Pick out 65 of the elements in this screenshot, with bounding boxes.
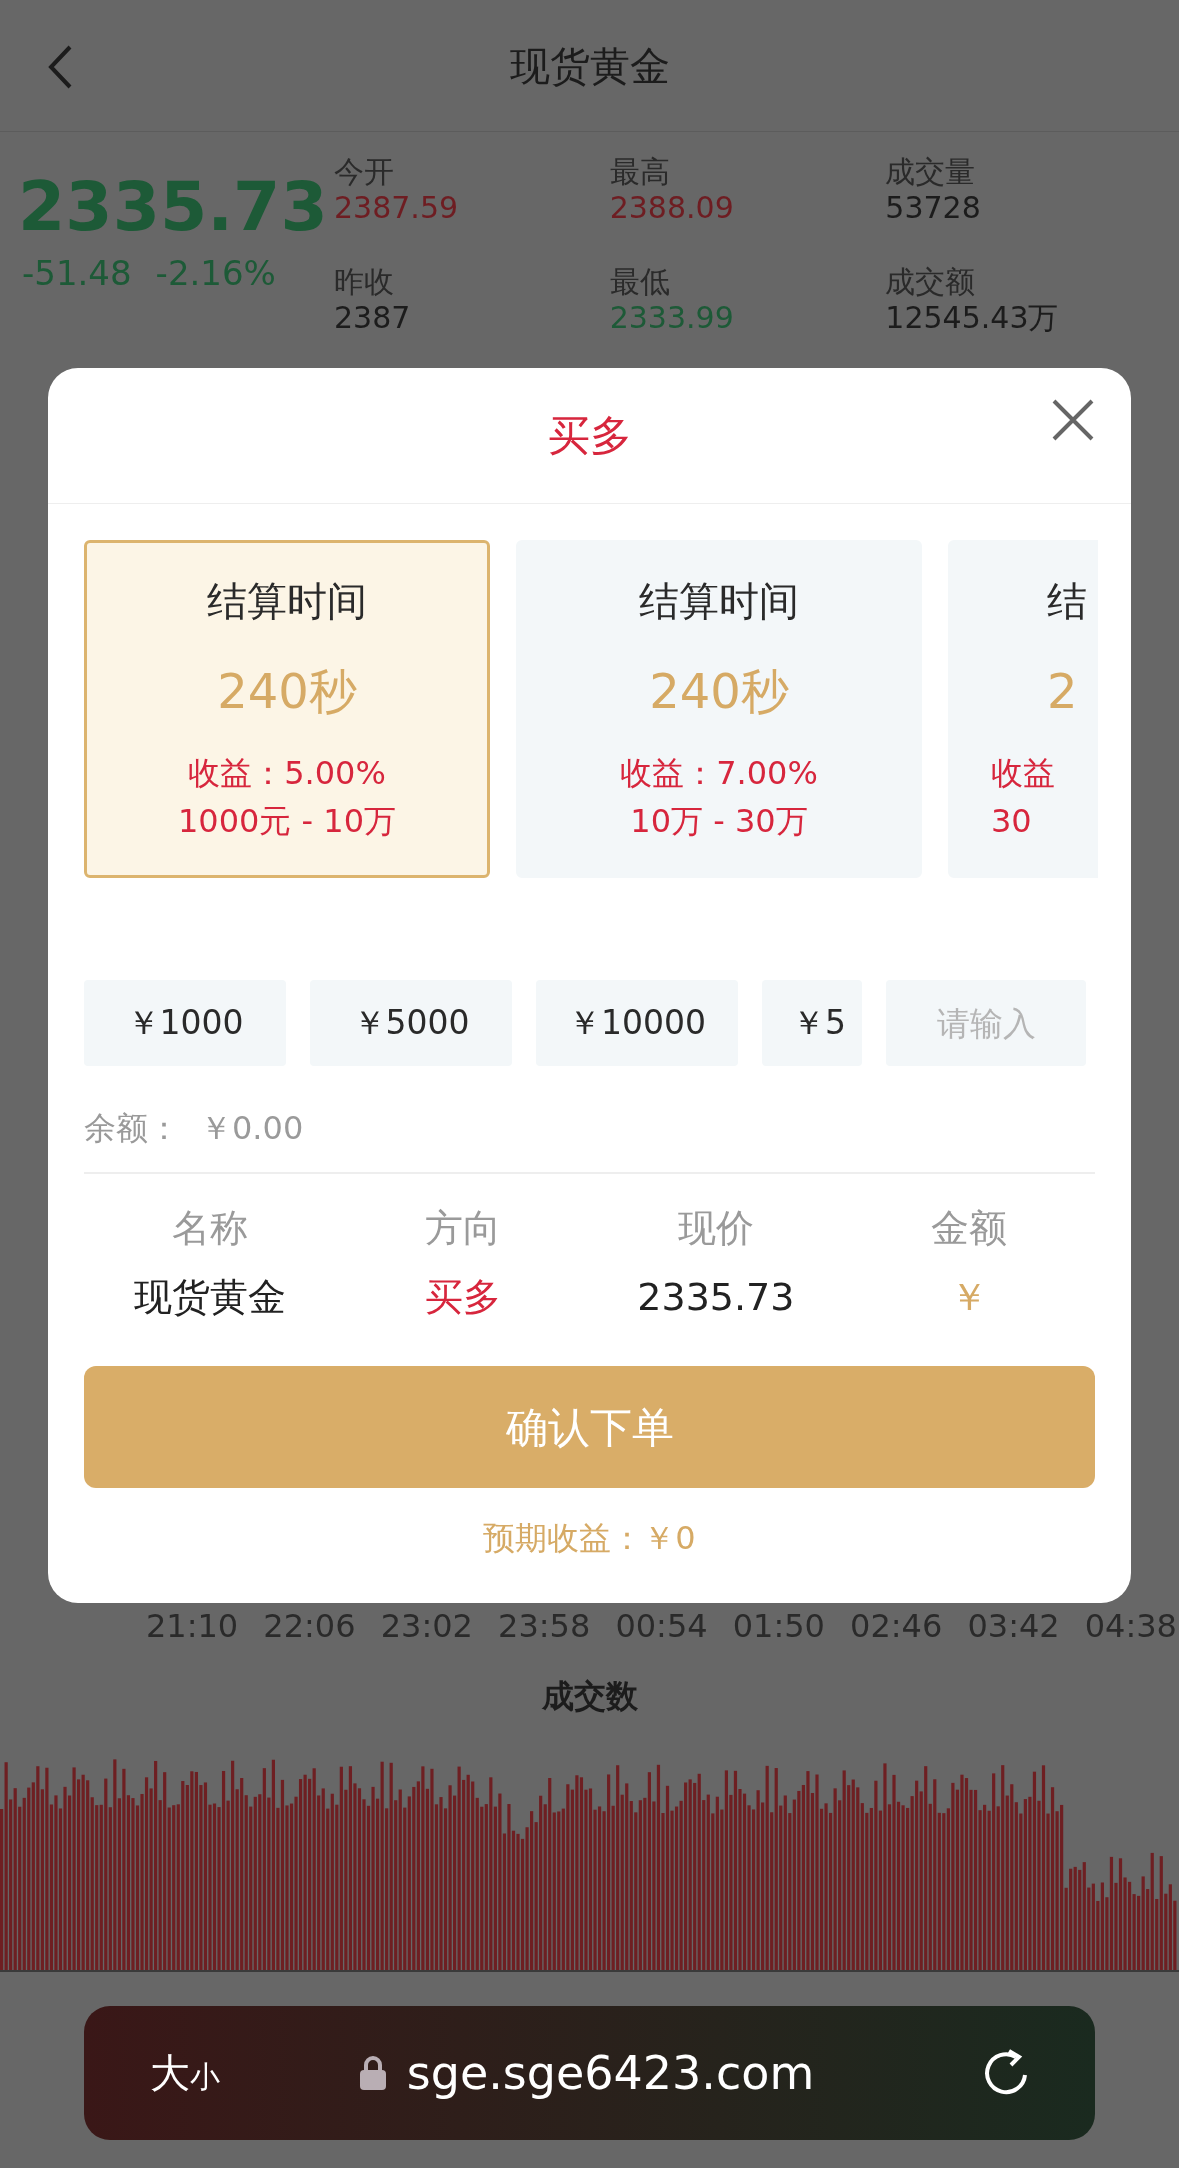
page-title: 现货黄金 (509, 41, 670, 91)
plan-duration: 2 (1047, 662, 1078, 721)
stat-label: 成交额 (885, 264, 977, 300)
close-icon[interactable] (1051, 398, 1095, 442)
lock-icon (358, 2055, 387, 2091)
time-axis-label: 00:54 (615, 1606, 708, 1647)
stat-value: 2333.99 (609, 300, 735, 336)
order-cell-text: 买多 (424, 1274, 503, 1321)
stat-label: 昨收 (334, 264, 395, 300)
plan-title: 结算时间 (639, 577, 799, 626)
amount-option[interactable]: ￥5000 (310, 980, 512, 1066)
reload-icon[interactable] (983, 2049, 1029, 2097)
amount-option[interactable]: ￥5 (762, 980, 862, 1066)
plan-yield: 收益：5.00% (188, 753, 386, 794)
amount-option[interactable]: ￥10000 (536, 980, 738, 1066)
time-axis-label: 02:46 (850, 1606, 943, 1647)
plan-title: 结 (1047, 577, 1087, 626)
balance-value: ￥0.00 (200, 1108, 304, 1149)
time-axis-label: 03:42 (967, 1606, 1060, 1647)
column-header: 方向 (424, 1205, 503, 1252)
volume-chart-title: 成交数 (541, 1676, 638, 1717)
plan-range: 1000元 - 10万 (177, 801, 396, 842)
price-change: -51.48 (22, 251, 132, 295)
plan-card[interactable]: 结 2 收益 30 (948, 540, 1098, 878)
amount-option[interactable]: ￥1000 (84, 980, 286, 1066)
stat-value: 2388.09 (609, 190, 735, 226)
stat-value: 2387 (334, 300, 412, 336)
plan-yield: 收益：7.00% (620, 753, 818, 794)
time-axis-label: 23:58 (498, 1606, 591, 1647)
stat-label: 最高 (609, 154, 671, 190)
time-axis-label: 21:10 (146, 1606, 239, 1647)
amount-input[interactable]: 请输入 (886, 980, 1086, 1066)
column-header: 金额 (929, 1205, 1008, 1252)
column-header: 现价 (676, 1205, 755, 1252)
text-size-button[interactable]: 大小 (150, 2043, 220, 2103)
stat-label: 最低 (609, 264, 671, 300)
price-change-percent: -2.16% (155, 251, 276, 295)
order-cell-text: 2335.73 (636, 1274, 796, 1321)
plan-range: 30 (991, 801, 1032, 842)
browser-address-bar[interactable]: 大小 sge.sge6423.com (84, 2006, 1095, 2140)
current-price: 2335.73 (18, 166, 329, 248)
balance-label: 余额： (84, 1108, 180, 1149)
stat-value: 12545.43万 (885, 300, 1060, 336)
stat-value: 2387.59 (334, 190, 460, 226)
time-axis-label: 23:02 (380, 1606, 473, 1647)
column-header: 名称 (171, 1205, 250, 1252)
plan-yield: 收益 (991, 753, 1055, 794)
order-cell-text: ￥ (948, 1274, 989, 1321)
plan-range: 10万 - 30万 (630, 801, 808, 842)
plan-duration: 240秒 (217, 662, 357, 721)
back-icon[interactable] (46, 44, 74, 90)
stat-label: 成交量 (885, 154, 977, 190)
dialog-title: 买多 (547, 410, 632, 462)
time-axis-label: 22:06 (263, 1606, 356, 1647)
time-axis-label: 04:38 (1084, 1606, 1177, 1647)
plan-card[interactable]: 结算时间 240秒 收益：7.00% 10万 - 30万 (516, 540, 922, 878)
stat-value: 53728 (885, 190, 982, 226)
expected-profit: 预期收益：￥0 (483, 1518, 696, 1559)
stat-label: 今开 (334, 154, 395, 190)
plan-card[interactable]: 结算时间 240秒 收益：5.00% 1000元 - 10万 (84, 540, 490, 878)
order-cell-text: 现货黄金 (133, 1274, 288, 1321)
time-axis-label: 01:50 (732, 1606, 825, 1647)
plan-duration: 240秒 (649, 662, 789, 721)
url-text: sge.sge6423.com (406, 2044, 815, 2102)
plan-title: 结算时间 (207, 577, 367, 626)
